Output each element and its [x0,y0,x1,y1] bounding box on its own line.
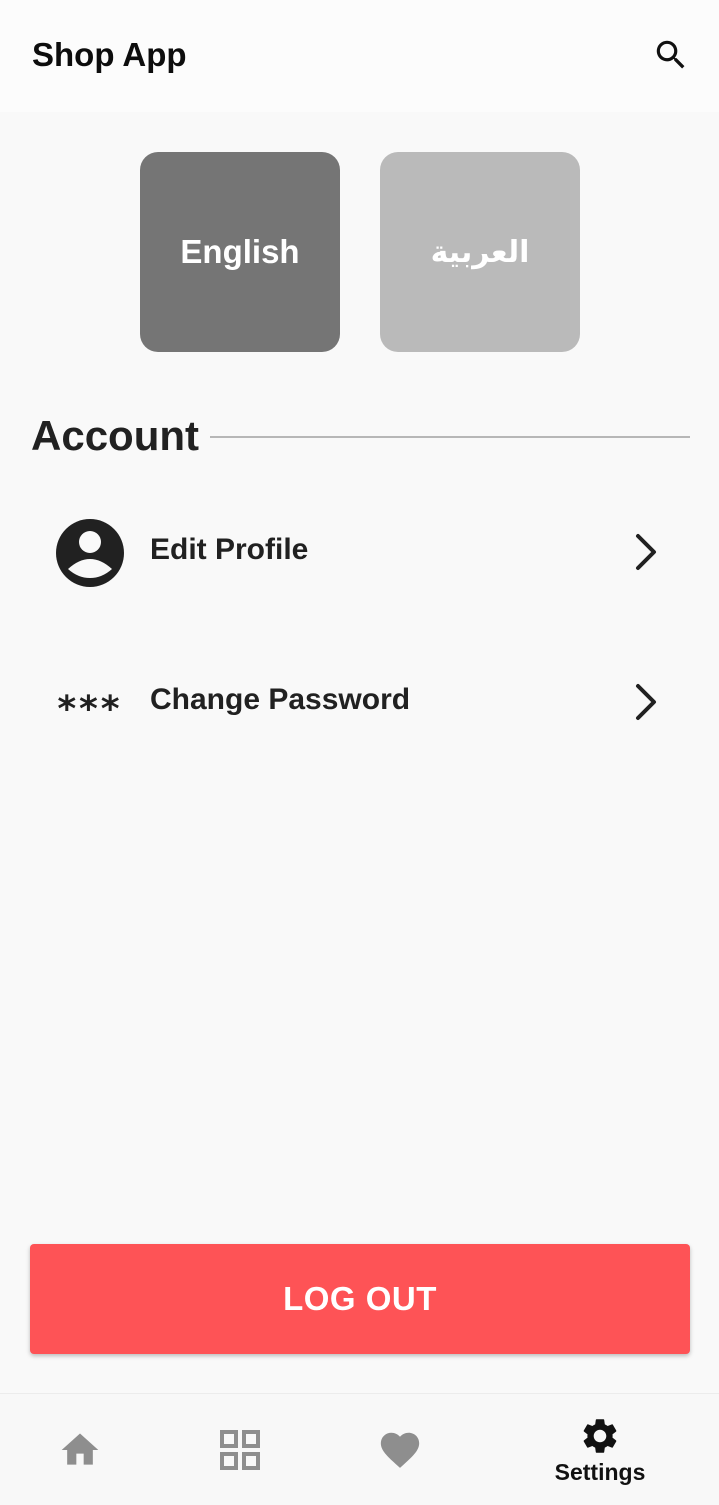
search-button[interactable] [646,30,696,80]
grid-icon [220,1430,260,1470]
change-password-row[interactable]: *** Change Password [30,647,690,757]
edit-profile-row[interactable]: Edit Profile [30,497,690,607]
account-circle-icon [56,519,124,587]
section-divider [210,436,690,438]
chevron-right-icon [636,684,656,720]
password-icon: *** [56,689,121,730]
logout-label: LOG OUT [283,1280,437,1317]
chevron-right-icon [636,534,656,570]
change-password-label: Change Password [150,683,411,716]
app-bar: Shop App [0,0,719,112]
arabic-language-button[interactable]: العربية [380,152,580,352]
nav-settings[interactable]: Settings [510,1394,690,1505]
svg-text:***: *** [56,689,121,730]
english-language-button[interactable]: English [140,152,340,352]
account-section-title: Account [31,412,199,459]
english-label: English [180,233,300,270]
edit-profile-label: Edit Profile [150,533,309,566]
nav-settings-label: Settings [554,1458,646,1485]
nav-categories[interactable] [150,1394,330,1505]
heart-icon [380,1432,420,1468]
bottom-navigation: Settings [0,1393,719,1505]
nav-home[interactable] [0,1394,170,1505]
nav-favorites[interactable] [310,1394,490,1505]
search-icon [656,40,685,69]
app-title: Shop App [32,36,187,73]
arabic-label: العربية [430,235,530,269]
gear-icon [583,1418,617,1453]
home-icon [61,1433,99,1465]
logout-button[interactable]: LOG OUT [30,1244,690,1354]
